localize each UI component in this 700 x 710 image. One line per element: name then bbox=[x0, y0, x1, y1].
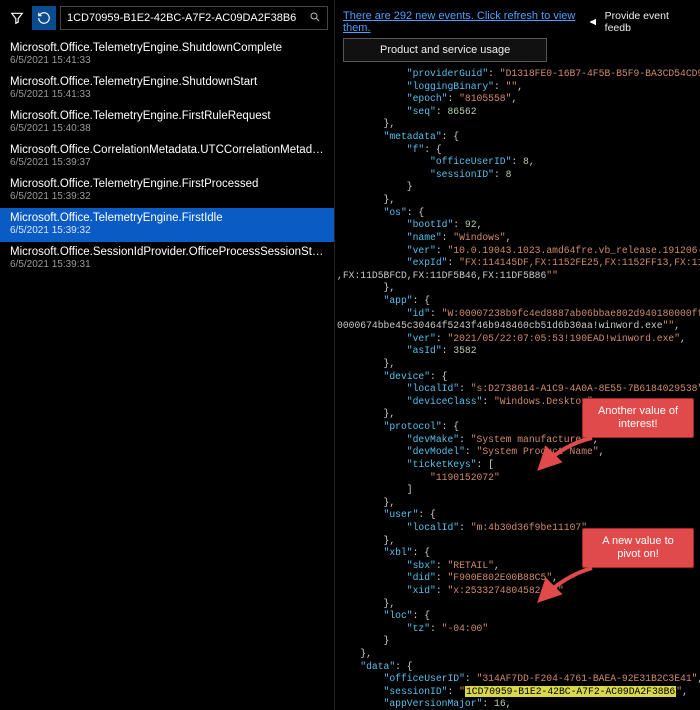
tab-row: Product and service usage bbox=[335, 38, 700, 68]
event-title: Microsoft.Office.TelemetryEngine.FirstPr… bbox=[10, 178, 324, 190]
event-timestamp: 6/5/2021 15:39:32 bbox=[10, 225, 324, 236]
search-input[interactable] bbox=[67, 12, 305, 24]
event-timestamp: 6/5/2021 15:40:38 bbox=[10, 123, 324, 134]
event-item[interactable]: Microsoft.Office.TelemetryEngine.Shutdow… bbox=[0, 38, 334, 72]
event-timestamp: 6/5/2021 15:41:33 bbox=[10, 89, 324, 100]
feedback-label: Provide event feedb bbox=[605, 10, 692, 34]
event-timestamp: 6/5/2021 15:39:32 bbox=[10, 191, 324, 202]
event-title: Microsoft.Office.SessionIdProvider.Offic… bbox=[10, 246, 324, 258]
event-timestamp: 6/5/2021 15:39:37 bbox=[10, 157, 324, 168]
event-timestamp: 6/5/2021 15:41:33 bbox=[10, 55, 324, 66]
filter-icon[interactable] bbox=[6, 7, 28, 29]
event-list-pane: Microsoft.Office.TelemetryEngine.Shutdow… bbox=[0, 0, 335, 710]
event-timestamp: 6/5/2021 15:39:31 bbox=[10, 259, 324, 270]
event-title: Microsoft.Office.TelemetryEngine.Shutdow… bbox=[10, 42, 324, 54]
event-item[interactable]: Microsoft.Office.TelemetryEngine.FirstPr… bbox=[0, 174, 334, 208]
event-list: Microsoft.Office.TelemetryEngine.Shutdow… bbox=[0, 38, 334, 276]
megaphone-icon bbox=[589, 16, 600, 28]
callout-interest: Another value of interest! bbox=[582, 398, 694, 438]
json-viewer[interactable]: "providerGuid": "D1318FE0-16B7-4F5B-B5F9… bbox=[335, 68, 700, 710]
search-icon[interactable] bbox=[309, 11, 321, 26]
top-bar: There are 292 new events. Click refresh … bbox=[335, 0, 700, 38]
event-title: Microsoft.Office.CorrelationMetadata.UTC… bbox=[10, 144, 324, 156]
refresh-button[interactable] bbox=[32, 6, 56, 30]
event-item[interactable]: Microsoft.Office.TelemetryEngine.FirstId… bbox=[0, 208, 334, 242]
search-row bbox=[0, 0, 334, 38]
feedback-link[interactable]: Provide event feedb bbox=[589, 10, 692, 34]
detail-pane: There are 292 new events. Click refresh … bbox=[335, 0, 700, 710]
refresh-link[interactable]: There are 292 new events. Click refresh … bbox=[343, 10, 589, 34]
event-item[interactable]: Microsoft.Office.TelemetryEngine.FirstRu… bbox=[0, 106, 334, 140]
tab-product-usage[interactable]: Product and service usage bbox=[343, 38, 547, 62]
event-title: Microsoft.Office.TelemetryEngine.Shutdow… bbox=[10, 76, 324, 88]
callout-pivot: A new value to pivot on! bbox=[582, 528, 694, 568]
search-box[interactable] bbox=[60, 6, 328, 30]
event-title: Microsoft.Office.TelemetryEngine.FirstRu… bbox=[10, 110, 324, 122]
event-title: Microsoft.Office.TelemetryEngine.FirstId… bbox=[10, 212, 324, 224]
arrow-icon bbox=[534, 564, 594, 604]
event-item[interactable]: Microsoft.Office.CorrelationMetadata.UTC… bbox=[0, 140, 334, 174]
event-item[interactable]: Microsoft.Office.TelemetryEngine.Shutdow… bbox=[0, 72, 334, 106]
event-item[interactable]: Microsoft.Office.SessionIdProvider.Offic… bbox=[0, 242, 334, 276]
arrow-icon bbox=[534, 434, 594, 474]
